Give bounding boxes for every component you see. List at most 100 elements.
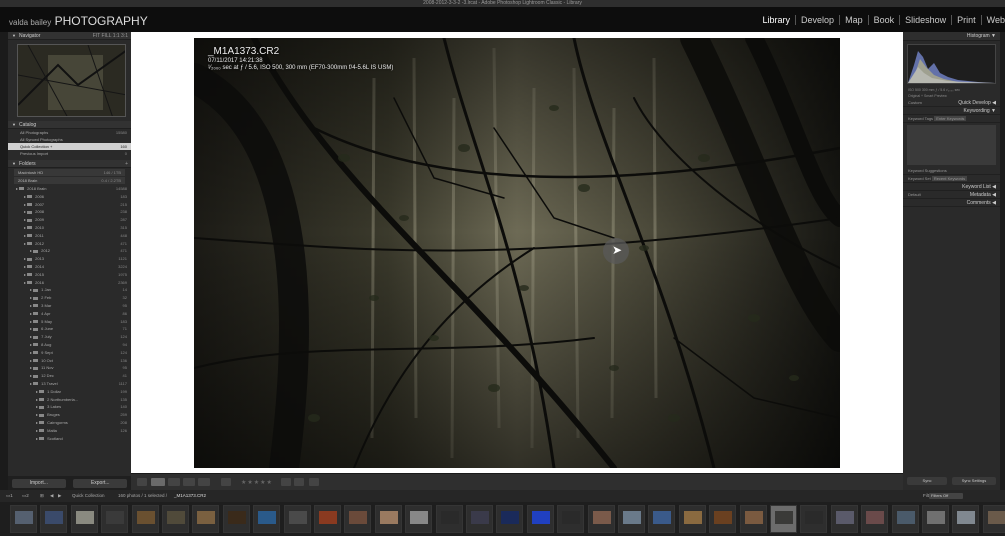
loupe-view-button[interactable]	[151, 478, 165, 486]
module-slideshow[interactable]: Slideshow	[900, 15, 953, 25]
folder-row[interactable]: ▸ 2006 183	[8, 193, 131, 201]
folder-row[interactable]: ▸ Scotland	[8, 435, 131, 443]
right-panel-edge[interactable]	[1000, 32, 1005, 490]
folder-row[interactable]: ▸ 2 Feb 32	[8, 294, 131, 302]
flag-icon[interactable]	[221, 478, 231, 486]
filmstrip-thumbnail[interactable]	[101, 505, 129, 533]
filter-dropdown[interactable]: Filters Off	[929, 493, 963, 499]
folder-row[interactable]: ▸ 2012 471	[8, 247, 131, 255]
navigator-header[interactable]: ▼ Navigator FIT FILL 1:1 3:1	[8, 32, 131, 40]
folder-row[interactable]: ▸ 7 July 124	[8, 333, 131, 341]
export-button[interactable]: Export...	[73, 478, 128, 488]
catalog-item-previous-import[interactable]: Previous Import 0	[8, 150, 131, 157]
crop-icon[interactable]	[309, 478, 319, 486]
main-photo[interactable]: _M1A1373.CR2 07/11/2017 14:21:38 ¹⁄₂₀₀₀ …	[194, 38, 840, 468]
filmstrip-selected-file[interactable]: _M1A1373.CR2	[174, 490, 206, 502]
folder-row[interactable]: ▸ 2016 2369	[8, 279, 131, 287]
grid-view-button[interactable]	[137, 478, 147, 486]
histogram[interactable]	[907, 44, 996, 84]
filmstrip-thumbnail[interactable]	[830, 505, 858, 533]
filmstrip-thumbnail[interactable]	[314, 505, 341, 533]
folder-row[interactable]: ▸ 6 June 71	[8, 325, 131, 333]
import-button[interactable]: Import...	[11, 478, 66, 488]
folder-row[interactable]: ▸ 1 Jan 14	[8, 286, 131, 294]
rotate-right-icon[interactable]	[294, 478, 304, 486]
quick-develop-preset[interactable]: Custom	[908, 100, 922, 105]
catalog-item-all-photographs[interactable]: All Photographs 15580	[8, 129, 131, 136]
filmstrip-thumbnail[interactable]	[800, 505, 828, 533]
filmstrip-thumbnail[interactable]	[678, 505, 706, 533]
folder-row[interactable]: ▸ 2011 448	[8, 232, 131, 240]
rating-stars[interactable]: ★★★★★	[241, 479, 273, 486]
folder-row[interactable]: ▸ 8 Aug 94	[8, 341, 131, 349]
filmstrip-thumbnail[interactable]	[466, 505, 493, 533]
catalog-header[interactable]: ▼ Catalog	[8, 121, 131, 129]
catalog-item-quick-collection[interactable]: Quick Collection + 160	[8, 143, 131, 150]
module-develop[interactable]: Develop	[796, 15, 841, 25]
folder-row[interactable]: ▸ 9 Sept 124	[8, 349, 131, 357]
rotate-left-icon[interactable]	[281, 478, 291, 486]
filmstrip-thumbnail[interactable]	[374, 505, 402, 533]
folder-row[interactable]: ▸ 3 Lakes 140	[8, 403, 131, 411]
module-library[interactable]: Library	[757, 15, 797, 25]
filmstrip-thumbnail[interactable]	[709, 505, 737, 533]
filmstrip-thumbnail[interactable]	[891, 505, 919, 533]
filmstrip-thumbnail[interactable]	[982, 505, 1005, 533]
folder-row[interactable]: ▸ 2009 287	[8, 216, 131, 224]
filmstrip-thumbnail[interactable]	[192, 505, 220, 533]
filmstrip-thumbnail[interactable]	[222, 505, 250, 533]
filmstrip-thumbnail[interactable]	[435, 505, 463, 533]
filmstrip-thumbnail[interactable]	[10, 505, 37, 533]
filmstrip-thumbnail[interactable]	[70, 505, 98, 533]
folder-row[interactable]: ▸ 2012 471	[8, 240, 131, 248]
sync-settings-button[interactable]: Sync Settings	[952, 477, 996, 485]
folder-row[interactable]: ▸ 4 Apr 86	[8, 310, 131, 318]
folder-row[interactable]: ▸ 12 Dec 41	[8, 372, 131, 380]
folder-row[interactable]: ▸ 2014 3224	[8, 263, 131, 271]
folder-row[interactable]: ▸ 2018 Brain 14588	[8, 185, 131, 193]
module-print[interactable]: Print	[952, 15, 982, 25]
loupe-view[interactable]: _M1A1373.CR2 07/11/2017 14:21:38 ¹⁄₂₀₀₀ …	[131, 32, 903, 473]
volume-2018-brain[interactable]: 2018 Brain 0.4 / 2.2TB	[14, 177, 125, 184]
filmstrip-thumbnail[interactable]	[770, 505, 797, 533]
folder-row[interactable]: ▸ 1 Dollar 199	[8, 388, 131, 396]
filmstrip-thumbnail[interactable]	[952, 505, 980, 533]
folder-row[interactable]: ▸ 2007 215	[8, 201, 131, 209]
quick-develop-header[interactable]: Custom Quick Develop ◀	[903, 99, 1000, 107]
folder-row[interactable]: ▸ Cairngorms 208	[8, 419, 131, 427]
forward-arrow-icon[interactable]: ▶	[58, 490, 61, 502]
filmstrip-thumbnail[interactable]	[526, 505, 554, 533]
filmstrip-thumbnail[interactable]	[861, 505, 889, 533]
folder-row[interactable]: ▸ Malta 126	[8, 427, 131, 435]
folder-row[interactable]: ▸ 2 Northumberla... 135	[8, 396, 131, 404]
filmstrip-thumbnail[interactable]	[344, 505, 372, 533]
keywording-header[interactable]: Keywording ▼	[903, 107, 1000, 115]
back-arrow-icon[interactable]: ◀	[50, 490, 53, 502]
keyword-set-dropdown[interactable]: Recent Keywords	[931, 176, 968, 181]
keyword-list-header[interactable]: Keyword List ◀	[903, 183, 1000, 191]
filmstrip-thumbnail[interactable]	[40, 505, 68, 533]
filmstrip-thumbnail[interactable]	[587, 505, 615, 533]
navigator-preview[interactable]	[17, 44, 126, 117]
folder-row[interactable]: ▸ 2008 238	[8, 208, 131, 216]
add-folder-icon[interactable]: +	[125, 160, 128, 168]
folder-row[interactable]: ▸ 5 May 183	[8, 318, 131, 326]
folder-row[interactable]: ▸ 2015 1975	[8, 271, 131, 279]
filmstrip-thumbnail[interactable]	[496, 505, 524, 533]
folder-row[interactable]: ▸ 10 Oct 136	[8, 357, 131, 365]
filmstrip-thumbnail[interactable]	[739, 505, 767, 533]
filmstrip-thumbnail[interactable]	[131, 505, 159, 533]
sync-button[interactable]: Sync	[907, 477, 947, 485]
filmstrip-thumbnail[interactable]	[283, 505, 311, 533]
module-web[interactable]: Web	[982, 15, 1005, 25]
folder-row[interactable]: ▸ 2013 1121	[8, 255, 131, 263]
filmstrip-thumbnail[interactable]	[922, 505, 949, 533]
folder-row[interactable]: ▸ 13 Travel 1117	[8, 380, 131, 388]
module-book[interactable]: Book	[868, 15, 901, 25]
grid-icon[interactable]: ⊞	[40, 490, 44, 502]
histogram-header[interactable]: Histogram ▼	[903, 32, 1000, 41]
comments-header[interactable]: Comments ◀	[903, 199, 1000, 207]
compare-view-button[interactable]	[168, 478, 180, 486]
filmstrip-thumbnail[interactable]	[162, 505, 189, 533]
filmstrip-thumbnail[interactable]	[618, 505, 645, 533]
